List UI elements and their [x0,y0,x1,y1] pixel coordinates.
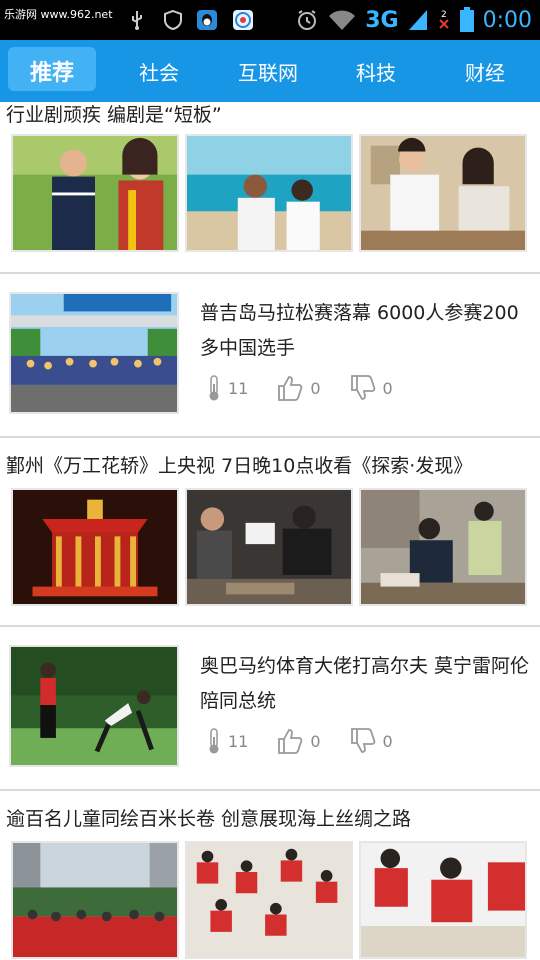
image-strip [0,488,540,606]
news-stats: 11 0 0 [206,374,393,402]
news-title: 鄞州《万工花轿》上央视 7日晚10点收看《探索·发现》 [6,455,473,477]
news-title: 行业剧顽疾 编剧是“短板” [6,104,222,126]
news-item[interactable]: 奥巴马约体育大佬打高尔夫 莫宁雷阿伦陪同总统 11 0 0 [0,627,540,789]
qq-icon [197,10,217,30]
news-title: 普吉岛马拉松赛落幕 6000人参赛200多中国选手 [200,302,519,359]
tab-label: 财经 [465,60,505,85]
tab-label: 科技 [356,60,396,85]
thumbs-down-icon[interactable] [349,727,377,755]
news-thumbnail[interactable] [9,645,179,767]
news-thumbnail[interactable] [359,488,527,606]
battery-icon [459,7,474,32]
view-count: 11 [228,378,249,398]
svg-text:2: 2 [441,10,447,20]
alarm-icon [298,10,317,30]
status-bar: 乐游网 www.962.net 3G 2 0:00 [0,0,540,40]
tab-finance[interactable]: 财经 [430,40,540,102]
news-thumbnail[interactable] [359,134,527,252]
shield-icon [164,9,182,31]
news-item[interactable]: 行业剧顽疾 编剧是“短板” [0,102,540,272]
view-count: 11 [228,731,249,751]
tab-label: 社会 [139,60,179,85]
thermometer-icon [209,375,219,401]
news-title: 逾百名儿童同绘百米长卷 创意展现海上丝绸之路 [6,808,412,830]
network-type: 3G [365,7,399,33]
news-thumbnail[interactable] [11,488,179,606]
image-strip [0,841,540,959]
news-item[interactable]: 逾百名儿童同绘百米长卷 创意展现海上丝绸之路 [0,791,540,960]
thumbs-up-icon[interactable] [276,727,304,755]
signal-icon [408,10,427,30]
news-thumbnail[interactable] [359,841,527,959]
news-stats: 11 0 0 [206,727,393,755]
news-thumbnail[interactable] [185,134,353,252]
tab-society[interactable]: 社会 [104,40,214,102]
watermark: 乐游网 www.962.net [2,5,115,23]
news-item[interactable]: 普吉岛马拉松赛落幕 6000人参赛200多中国选手 11 0 0 [0,274,540,436]
category-tab-bar: 推荐 社会 互联网 科技 财经 [0,40,540,102]
dislike-count: 0 [382,378,393,398]
news-thumbnail[interactable] [185,841,353,959]
news-item[interactable]: 鄞州《万工花轿》上央视 7日晚10点收看《探索·发现》 [0,438,540,625]
app-notification-icon [233,10,253,30]
news-thumbnail[interactable] [9,292,179,414]
thumbs-up-icon[interactable] [276,374,304,402]
news-thumbnail[interactable] [11,134,179,252]
tab-recommended[interactable]: 推荐 [0,40,104,102]
thermometer-icon [209,728,219,754]
tab-label: 推荐 [29,61,74,86]
status-right: 3G 2 0:00 [295,0,532,40]
tab-label: 互联网 [238,60,298,85]
clock: 0:00 [482,7,532,33]
tab-technology[interactable]: 科技 [322,40,430,102]
no-sim-icon: 2 [438,10,449,29]
dislike-count: 0 [382,731,393,751]
usb-icon [132,11,142,30]
news-thumbnail[interactable] [185,488,353,606]
wifi-icon [329,10,356,30]
image-strip [0,134,540,252]
news-thumbnail[interactable] [11,841,179,959]
like-count: 0 [310,378,321,398]
news-title: 奥巴马约体育大佬打高尔夫 莫宁雷阿伦陪同总统 [200,655,530,712]
tab-internet[interactable]: 互联网 [214,40,322,102]
like-count: 0 [310,731,321,751]
thumbs-down-icon[interactable] [349,374,377,402]
news-feed[interactable]: 行业剧顽疾 编剧是“短板” 普吉岛马拉松赛落幕 6000人参赛200多中国选手 … [0,102,540,960]
